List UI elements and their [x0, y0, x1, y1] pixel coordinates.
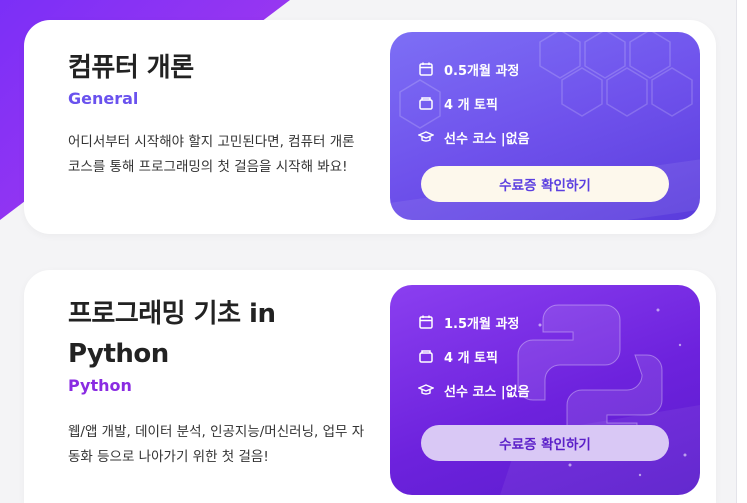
course-info-panel: 1.5개월 과정 4 개 토픽 선수 코스 |없음 수료증 확인하기	[390, 285, 700, 495]
calendar-icon	[419, 62, 433, 76]
duration-row: 0.5개월 과정	[418, 52, 530, 86]
duration-row: 1.5개월 과정	[418, 305, 530, 339]
graduation-cap-icon	[418, 384, 434, 395]
view-certificate-button[interactable]: 수료증 확인하기	[421, 425, 669, 461]
topics-row: 4 개 토픽	[418, 86, 530, 120]
course-description: 웹/앱 개발, 데이터 분석, 인공지능/머신러닝, 업무 자동화 등으로 나아…	[68, 424, 365, 465]
duration-text: 1.5개월 과정	[444, 316, 520, 332]
course-card-python: 프로그래밍 기초 in Python Python 웹/앱 개발, 데이터 분석…	[24, 270, 716, 503]
topics-text: 4 개 토픽	[444, 97, 498, 113]
course-info-list: 1.5개월 과정 4 개 토픽 선수 코스 |없음	[418, 305, 530, 407]
course-card-general: 컴퓨터 개론 General 어디서부터 시작해야 할지 고민된다면, 컴퓨터 …	[24, 20, 716, 234]
prerequisite-text: 선수 코스 |없음	[444, 384, 530, 400]
view-certificate-button[interactable]: 수료증 확인하기	[421, 166, 669, 202]
course-title: 프로그래밍 기초 in Python	[68, 299, 276, 369]
right-edge-divider	[736, 0, 737, 503]
folder-icon	[419, 97, 433, 110]
course-title: 컴퓨터 개론	[68, 53, 194, 83]
prerequisite-text: 선수 코스 |없음	[444, 131, 530, 147]
duration-text: 0.5개월 과정	[444, 63, 520, 79]
graduation-cap-icon	[418, 131, 434, 142]
course-description: 어디서부터 시작해야 할지 고민된다면, 컴퓨터 개론 코스를 통해 프로그래밍…	[68, 134, 355, 175]
prerequisite-row: 선수 코스 |없음	[418, 120, 530, 154]
topics-row: 4 개 토픽	[418, 339, 530, 373]
right-edge-panel	[736, 0, 747, 503]
prerequisite-row: 선수 코스 |없음	[418, 373, 530, 407]
course-info-list: 0.5개월 과정 4 개 토픽 선수 코스 |없음	[418, 52, 530, 154]
course-category: General	[68, 89, 139, 108]
course-category: Python	[68, 376, 132, 395]
folder-icon	[419, 350, 433, 363]
course-info-panel: 0.5개월 과정 4 개 토픽 선수 코스 |없음 수료증 확인하기	[390, 32, 700, 220]
topics-text: 4 개 토픽	[444, 350, 498, 366]
calendar-icon	[419, 315, 433, 329]
